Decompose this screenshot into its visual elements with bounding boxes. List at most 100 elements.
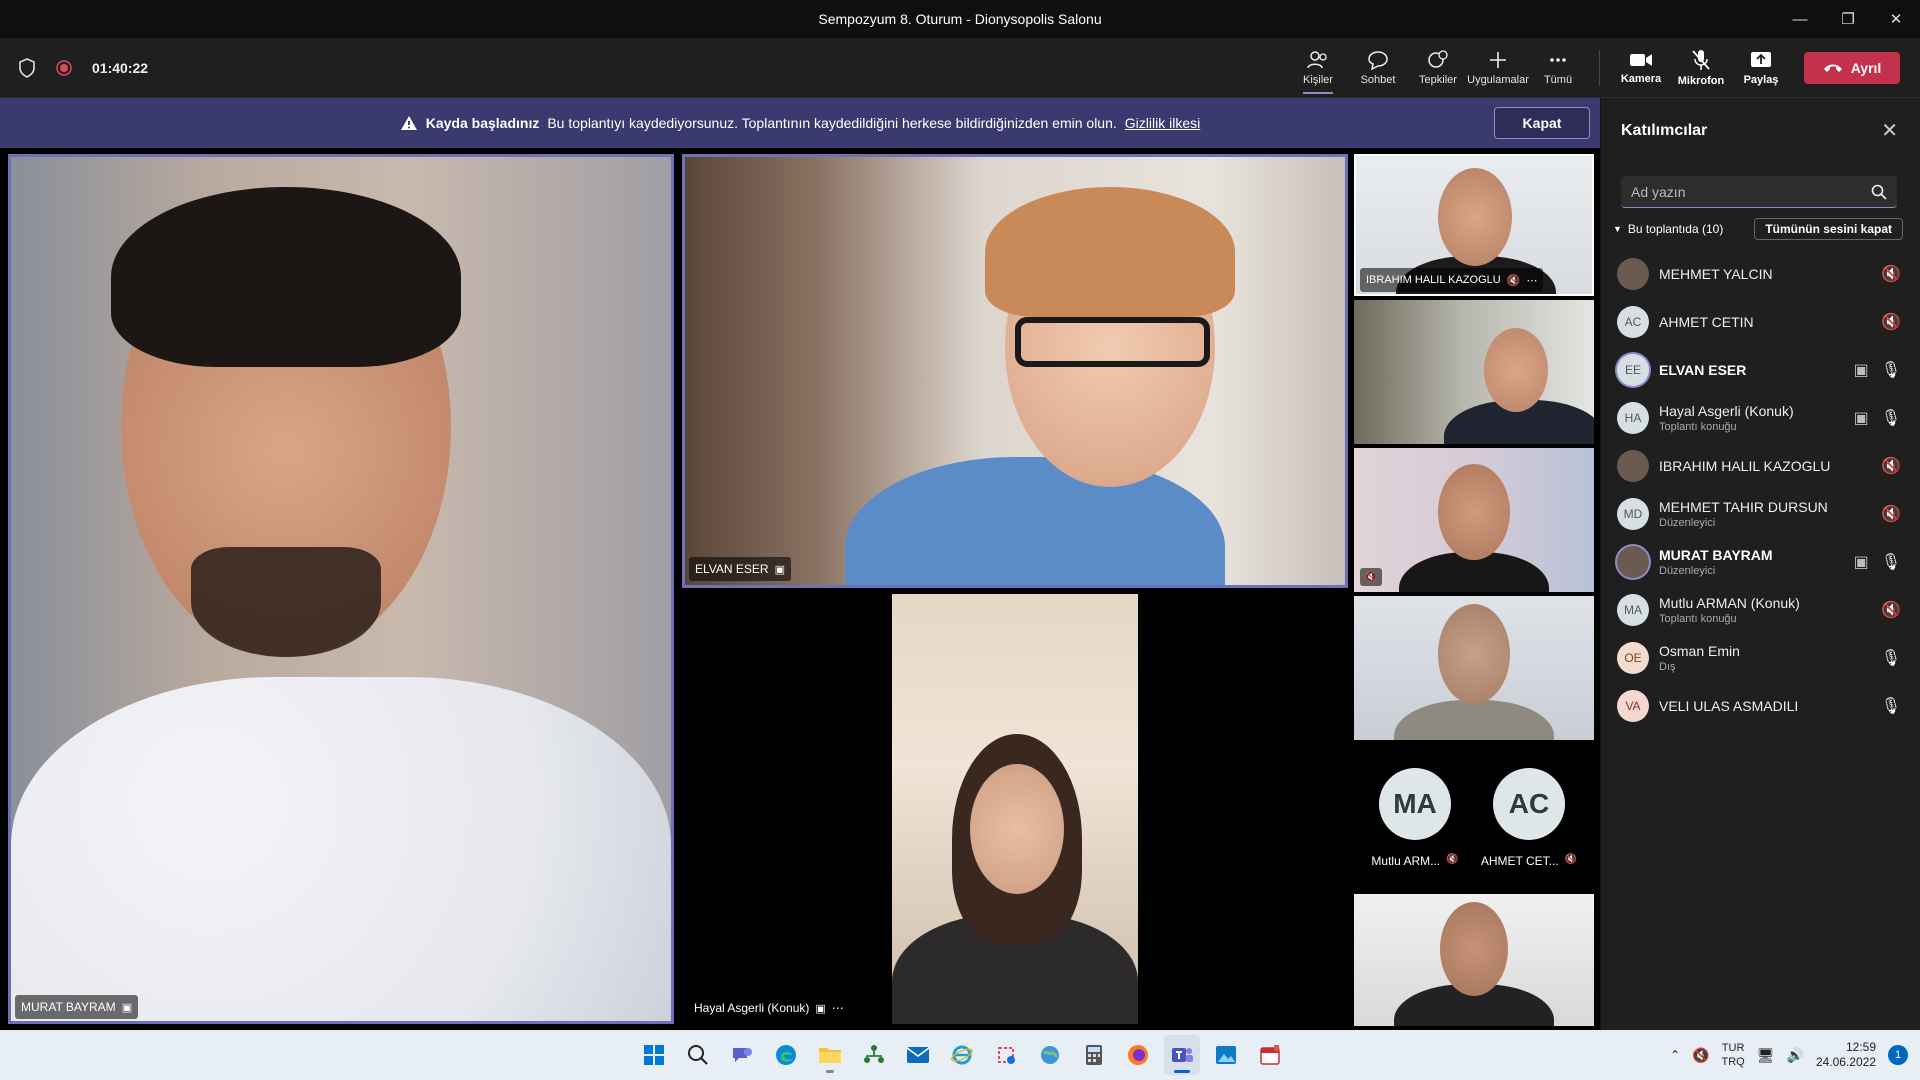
reactions-label: Tepkiler (1419, 74, 1457, 86)
banner-close-button[interactable]: Kapat (1494, 107, 1590, 139)
more-button[interactable]: Tümü (1531, 42, 1585, 94)
mic-label: Mikrofon (1677, 75, 1725, 87)
avatar: AC (1493, 768, 1565, 840)
video-tile-main[interactable]: MURAT BAYRAM ▣ (8, 154, 674, 1024)
in-meeting-section[interactable]: ▼ Bu toplantıda (10) Tümünün sesini kapa… (1613, 216, 1903, 242)
person-hair (111, 187, 461, 367)
tile-name: MURAT BAYRAM (21, 1000, 116, 1014)
person-head (970, 764, 1064, 894)
clock[interactable]: 12:59 24.06.2022 (1816, 1040, 1876, 1070)
mic-on-icon: 🎙 (1880, 410, 1901, 427)
close-icon[interactable]: ✕ (1881, 118, 1898, 143)
edge-icon[interactable] (768, 1035, 804, 1075)
firefox-icon[interactable] (1120, 1035, 1156, 1075)
people-button[interactable]: Kişiler (1291, 42, 1345, 94)
participant-row[interactable]: EE ELVAN ESER ▣ 🎙 (1617, 346, 1907, 394)
video-tile-top[interactable]: ELVAN ESER ▣ (682, 154, 1348, 588)
network-app-icon[interactable] (856, 1035, 892, 1075)
video-tile-side-5[interactable] (1354, 894, 1594, 1026)
chevron-up-icon[interactable]: ⌃ (1670, 1048, 1680, 1062)
more-options-icon[interactable]: ⋯ (1526, 274, 1537, 287)
avatar-name: AHMET CET... (1480, 854, 1559, 868)
volume-icon[interactable]: 🔊 (1787, 1047, 1804, 1064)
participant-row[interactable]: MEHMET YALCIN 🔇 (1617, 250, 1907, 298)
screen-share-icon: ▣ (121, 1001, 133, 1014)
maximize-icon[interactable]: ❐ (1824, 0, 1872, 38)
video-tile-side-1[interactable]: IBRAHIM HALIL KAZOGLU 🔇 ⋯ (1354, 154, 1594, 296)
avatar-tile-2[interactable]: AC AHMET CET... 🔇 (1474, 768, 1584, 868)
reactions-button[interactable]: Tepkiler (1411, 42, 1465, 94)
network-icon[interactable]: 🖥 (1757, 1047, 1775, 1064)
mic-muted-tray-icon[interactable]: 🔇 (1692, 1047, 1709, 1064)
person-head (1438, 464, 1510, 560)
person-shirt (11, 677, 671, 1021)
video-feed (892, 594, 1138, 1024)
tile-name: IBRAHIM HALIL KAZOGLU (1366, 274, 1501, 286)
apps-button[interactable]: Uygulamalar (1467, 42, 1529, 94)
hang-up-icon (1823, 64, 1842, 72)
search-placeholder: Ad yazın (1631, 183, 1686, 200)
video-tile-side-4[interactable] (1354, 596, 1594, 740)
participant-row[interactable]: MA Mutlu ARMAN (Konuk) Toplantı konuğu 🔇 (1617, 586, 1907, 634)
mic-off-icon: 🔇 (1881, 314, 1901, 331)
person-head (1438, 168, 1512, 266)
participant-row[interactable]: MURAT BAYRAM Düzenleyici ▣ 🎙 (1617, 538, 1907, 586)
close-window-icon[interactable]: ✕ (1872, 0, 1920, 38)
participant-name: Mutlu ARMAN (Konuk) (1659, 595, 1800, 611)
more-options-icon[interactable]: ⋯ (832, 1001, 844, 1015)
photos-icon[interactable] (1208, 1035, 1244, 1075)
person-head (1438, 604, 1510, 704)
avatar: MA (1617, 594, 1649, 626)
notification-badge[interactable]: 1 (1888, 1045, 1908, 1065)
participant-row[interactable]: OE Osman Emin Dış 🎙 (1617, 634, 1907, 682)
taskbar: ⌃ 🔇 TUR TRQ 🖥 🔊 12:59 24.06.2022 1 (0, 1030, 1920, 1080)
calculator-icon[interactable] (1076, 1035, 1112, 1075)
video-tile-side-3[interactable]: 🔇 (1354, 448, 1594, 592)
window-title: Sempozyum 8. Oturum - Dionysopolis Salon… (818, 11, 1102, 27)
snipping-tool-icon[interactable] (988, 1035, 1024, 1075)
video-tile-bottom[interactable]: Hayal Asgerli (Konuk) ▣ ⋯ (682, 594, 1348, 1024)
chat-label: Sohbet (1360, 74, 1396, 86)
teams-icon[interactable] (1164, 1035, 1200, 1075)
participant-name: MEHMET TAHIR DURSUN (1659, 499, 1828, 515)
privacy-policy-link[interactable]: Gizlilik ilkesi (1125, 115, 1200, 131)
mic-off-icon (1692, 50, 1710, 70)
share-button[interactable]: Paylaş (1734, 42, 1788, 94)
mic-button[interactable]: Mikrofon (1674, 42, 1728, 94)
person-glasses (1015, 317, 1210, 367)
participant-row[interactable]: IBRAHIM HALIL KAZOGLU 🔇 (1617, 442, 1907, 490)
language-indicator[interactable]: TUR TRQ (1721, 1041, 1744, 1069)
file-explorer-icon[interactable] (812, 1035, 848, 1075)
mic-off-small-icon: 🔇 (1446, 854, 1459, 865)
calendar-app-icon[interactable] (1252, 1035, 1288, 1075)
recording-banner: Kayda başladınız Bu toplantıyı kaydediyo… (0, 98, 1600, 148)
leave-button[interactable]: Ayrıl (1804, 52, 1900, 84)
globe-app-icon[interactable] (1032, 1035, 1068, 1075)
participant-row[interactable]: AC AHMET CETIN 🔇 (1617, 298, 1907, 346)
mail-icon[interactable] (900, 1035, 936, 1075)
participant-row[interactable]: VA VELI ULAS ASMADILI 🎙 (1617, 682, 1907, 730)
participant-row[interactable]: MD MEHMET TAHIR DURSUN Düzenleyici 🔇 (1617, 490, 1907, 538)
participants-panel: Katılımcılar ✕ Ad yazın ▼ Bu toplantıda … (1600, 98, 1920, 1030)
start-icon[interactable] (636, 1035, 672, 1075)
mute-all-button[interactable]: Tümünün sesini kapat (1754, 218, 1903, 240)
avatar: EE (1617, 354, 1649, 386)
video-tile-side-2[interactable] (1354, 300, 1594, 444)
avatar-tile-1[interactable]: MA Mutlu ARM... 🔇 (1360, 768, 1470, 868)
camera-button[interactable]: Kamera (1614, 42, 1668, 94)
system-tray: ⌃ 🔇 TUR TRQ 🖥 🔊 12:59 24.06.2022 1 (1670, 1030, 1908, 1080)
chat-button[interactable]: Sohbet (1351, 42, 1405, 94)
clock-date: 24.06.2022 (1815, 1055, 1876, 1069)
search-icon[interactable] (680, 1035, 716, 1075)
share-label: Paylaş (1743, 74, 1779, 86)
screen-share-icon: ▣ (1853, 362, 1869, 379)
shield-icon[interactable] (18, 58, 36, 78)
chat-app-icon[interactable] (724, 1035, 760, 1075)
participant-search-input[interactable]: Ad yazın (1621, 176, 1897, 208)
participant-role: Toplantı konuğu (1659, 613, 1737, 625)
reactions-icon (1428, 50, 1448, 68)
internet-explorer-icon[interactable] (944, 1035, 980, 1075)
participant-row[interactable]: HA Hayal Asgerli (Konuk) Toplantı konuğu … (1617, 394, 1907, 442)
minimize-icon[interactable]: — (1776, 0, 1824, 38)
window-controls: — ❐ ✕ (1776, 0, 1920, 38)
